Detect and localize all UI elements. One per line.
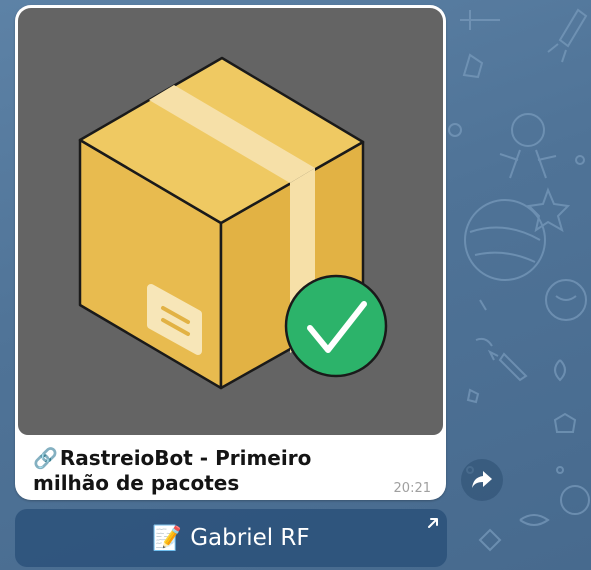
inline-keyboard-button[interactable]: 📝 Gabriel RF — [15, 509, 447, 567]
message-caption: 🔗 RastreioBot - Primeiro milhão de pacote… — [33, 446, 393, 496]
link-preview-image[interactable] — [18, 8, 443, 435]
memo-icon: 📝 — [152, 524, 183, 552]
external-link-arrow-icon — [428, 518, 438, 528]
caption-text: RastreioBot - Primeiro milhão de pacotes — [33, 446, 312, 495]
message-timestamp: 20:21 — [393, 481, 431, 496]
share-arrow-icon — [472, 471, 492, 488]
link-icon: 🔗 — [33, 446, 58, 470]
package-box-with-checkmark-icon — [78, 56, 388, 390]
message-bubble[interactable]: 🔗 RastreioBot - Primeiro milhão de pacote… — [15, 5, 446, 500]
inline-button-label: Gabriel RF — [190, 525, 310, 551]
share-button[interactable] — [461, 459, 503, 501]
